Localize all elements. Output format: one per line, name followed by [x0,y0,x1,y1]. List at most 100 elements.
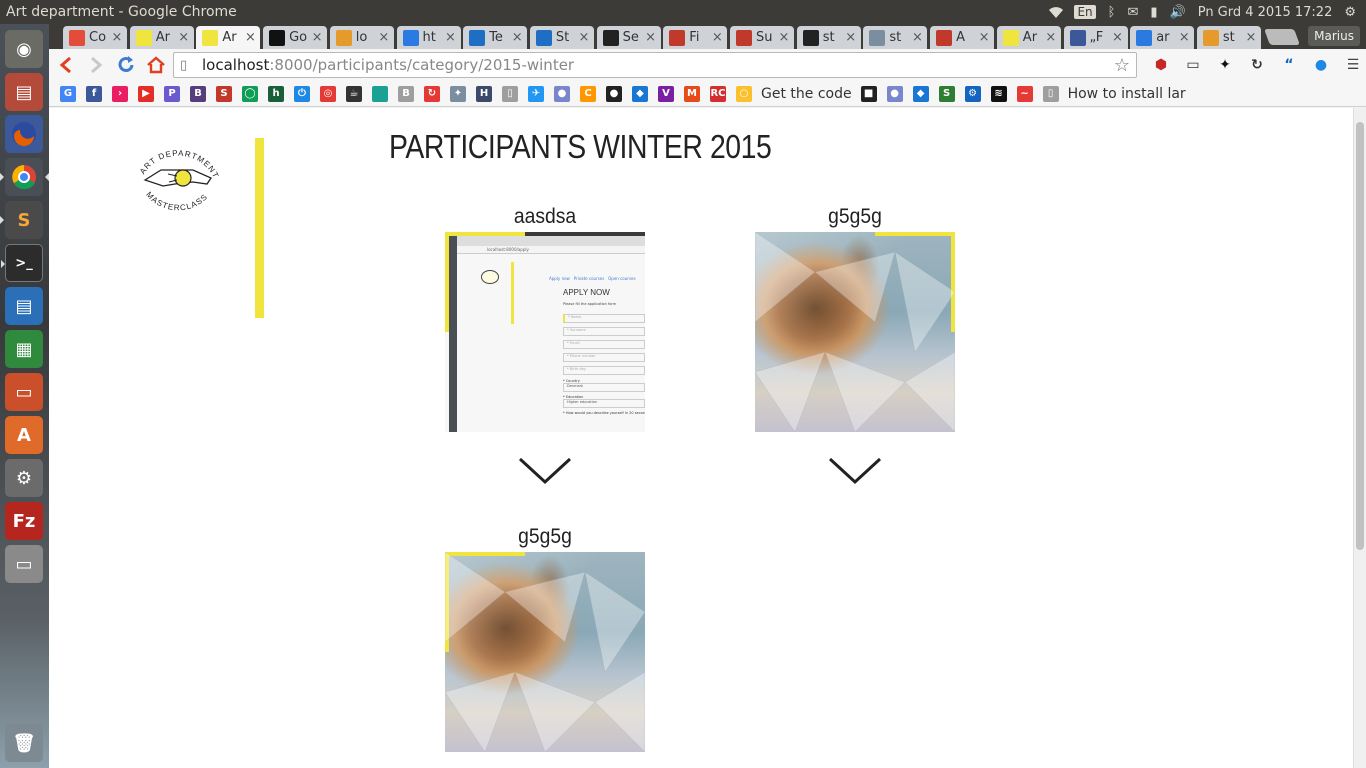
terminal-icon[interactable]: >_ [1,244,43,282]
keyboard-layout-indicator[interactable]: En [1074,5,1096,19]
drive-icon[interactable]: ▭ [5,545,43,583]
browser-tab[interactable]: „F × [1063,26,1128,49]
browser-tab[interactable]: Su × [730,26,794,49]
h-icon[interactable]: H [476,85,492,102]
browser-tab[interactable]: Co × [63,26,127,49]
circle-icon[interactable]: ● [886,85,903,102]
participant-image[interactable] [755,232,955,432]
close-icon[interactable]: × [511,30,523,45]
new-tab-button[interactable] [1264,29,1300,45]
play-icon[interactable]: › [112,85,128,102]
browser-tab[interactable]: st × [863,26,928,49]
writer-icon[interactable]: ▤ [5,287,43,325]
m-icon[interactable]: M [684,85,700,102]
google-icon[interactable]: G [60,85,76,102]
v-icon[interactable]: V [658,85,674,102]
close-icon[interactable]: × [178,30,190,45]
close-icon[interactable]: × [578,30,590,45]
sublime-icon[interactable]: S [0,201,43,239]
vertical-scrollbar[interactable] [1353,108,1366,768]
back-button[interactable] [53,52,79,78]
expand-chevron-icon[interactable] [518,456,572,486]
calc-icon[interactable]: ▦ [5,330,43,368]
browser-tab[interactable]: lo × [329,26,394,49]
participant-card[interactable]: aasdsa localhost:8000/apply Apply now Pr… [445,202,645,486]
datetime[interactable]: Pn Grd 4 2015 17:22 [1198,5,1333,20]
close-icon[interactable]: × [1245,30,1257,45]
hangouts-icon[interactable]: ◯ [242,85,258,102]
participant-card[interactable]: g5g5g [445,522,645,752]
forward-button[interactable] [83,52,109,78]
close-icon[interactable]: × [1178,30,1190,45]
refresh-red-icon[interactable]: ↻ [424,85,440,102]
system-settings-icon[interactable]: ⚙ [5,459,43,497]
wifi-icon[interactable]: ≋ [990,85,1007,102]
menu-icon[interactable]: ☰ [1341,53,1365,77]
s-icon[interactable]: S [216,85,232,102]
browser-tab[interactable]: Fi × [663,26,728,49]
bookmark-get-the-code[interactable]: Get the code [761,86,852,102]
scrollbar-thumb[interactable] [1356,122,1364,550]
battery-icon[interactable]: ▮ [1150,5,1157,20]
files-icon[interactable]: ▤ [5,73,43,111]
browser-tab[interactable]: Ar × [996,26,1061,49]
sync-icon[interactable]: ↻ [1245,53,1269,77]
bootstrap-icon[interactable]: B [190,85,206,102]
close-icon[interactable]: × [1112,30,1124,45]
close-icon[interactable]: × [645,30,657,45]
participant-name[interactable]: aasdsa [453,202,637,232]
chrome-icon[interactable] [0,158,49,196]
quote-icon[interactable]: “ [1277,53,1301,77]
browser-tab[interactable]: Go × [263,26,328,49]
participant-image[interactable] [445,552,645,752]
trash-icon[interactable]: 🗑 [5,724,43,762]
browser-tab[interactable]: ht × [396,26,461,49]
browser-tab[interactable]: Te × [463,26,528,49]
dark-square-icon[interactable]: ■ [860,85,877,102]
browser-tab[interactable]: st × [796,26,861,49]
close-icon[interactable]: × [1045,30,1057,45]
s-circle-icon[interactable]: S [938,85,955,102]
close-icon[interactable]: × [378,30,390,45]
close-icon[interactable]: × [711,30,723,45]
volume-icon[interactable]: 🔊 [1170,5,1186,20]
php-icon[interactable]: P [164,85,180,102]
page-icon[interactable]: ▯ [502,85,518,102]
circle-icon[interactable]: ● [554,85,570,102]
close-icon[interactable]: × [244,30,256,45]
profile-button[interactable]: Marius [1308,26,1360,46]
impress-icon[interactable]: ▭ [5,373,43,411]
youtube-icon[interactable]: ▶ [138,85,154,102]
github-icon[interactable]: ● [606,85,622,102]
browser-tab[interactable]: St × [529,26,594,49]
browser-tab[interactable]: ar × [1130,26,1195,49]
drop-icon[interactable]: ◆ [912,85,929,102]
close-icon[interactable]: × [978,30,990,45]
participant-name[interactable]: g5g5g [763,202,947,232]
cast-icon[interactable]: ▭ [1181,53,1205,77]
art-department-logo[interactable]: ART DEPARTMENT MASTERCLASS [133,138,223,218]
facebook-icon[interactable]: f [86,85,102,102]
browser-tab[interactable]: st × [1196,26,1261,49]
close-icon[interactable]: × [845,30,857,45]
c-icon[interactable]: C [580,85,596,102]
cup-icon[interactable]: ☕ [346,85,362,102]
wifi-icon[interactable] [1048,5,1064,19]
swirl-icon[interactable]: ~ [1016,85,1033,102]
rc-icon[interactable]: RC [710,85,726,102]
participant-card[interactable]: g5g5g [755,202,955,486]
ring-icon[interactable]: ○ [736,85,752,102]
address-bar[interactable]: ▯ localhost:8000/participants/category/2… [173,52,1137,78]
browser-tab[interactable]: A × [930,26,995,49]
software-center-icon[interactable]: A [5,416,43,454]
participant-image[interactable]: localhost:8000/apply Apply now Private c… [445,232,645,432]
home-button[interactable] [143,52,169,78]
browser-tab[interactable]: Se × [596,26,661,49]
firefox-icon[interactable] [5,115,43,153]
close-icon[interactable]: × [778,30,790,45]
browser-tab[interactable]: Ar × [196,26,261,49]
target-icon[interactable]: ◎ [320,85,336,102]
close-icon[interactable]: × [311,30,323,45]
participant-name[interactable]: g5g5g [453,522,637,552]
bookmark-star-icon[interactable]: ☆ [1114,55,1130,76]
